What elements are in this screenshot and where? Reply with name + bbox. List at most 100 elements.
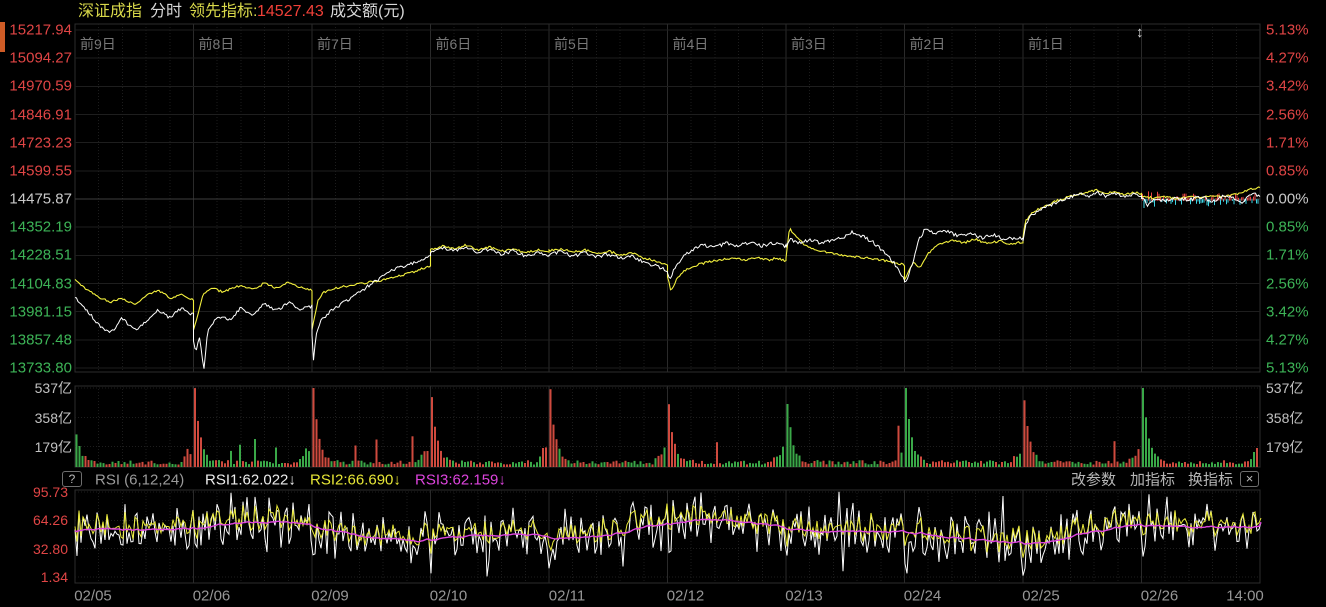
pct-axis-label: 4.27%	[1266, 332, 1309, 347]
volume-bar	[1244, 462, 1246, 468]
volume-bar	[308, 451, 310, 467]
volume-bar	[197, 421, 199, 467]
switch-indicator-button[interactable]: 换指标	[1188, 473, 1233, 488]
volume-bar	[802, 461, 804, 467]
volume-bar	[1024, 400, 1026, 467]
volume-bar	[971, 463, 973, 467]
volume-bar	[227, 460, 229, 467]
price-axis-label: 13857.48	[2, 332, 72, 347]
volume-bar	[527, 460, 529, 467]
time-axis-label: 02/05	[63, 589, 123, 604]
volume-bar	[1199, 461, 1201, 467]
pct-axis-label: 0.85%	[1266, 163, 1309, 178]
volume-bar	[790, 427, 792, 467]
day-label-3: 前3日	[791, 37, 827, 51]
volume-bar	[631, 463, 633, 467]
volume-bar	[236, 461, 238, 467]
volume-bar	[94, 461, 96, 467]
rsi-axis-label: 32.80	[2, 542, 68, 556]
volume-bar	[1145, 417, 1147, 467]
volume-bar	[313, 388, 315, 467]
close-indicator-icon[interactable]: ×	[1240, 471, 1259, 487]
volume-bar	[1117, 462, 1119, 467]
volume-bar	[1241, 464, 1243, 467]
volume-bar	[613, 462, 615, 468]
volume-bar	[212, 460, 214, 467]
charts-canvas[interactable]	[0, 0, 1326, 607]
volume-bar	[1135, 456, 1137, 467]
volume-bar	[427, 451, 429, 467]
pct-axis-label: 5.13%	[1266, 361, 1309, 376]
pct-axis-label: 1.71%	[1266, 248, 1309, 263]
volume-bar	[1235, 464, 1237, 467]
volume-bar	[1247, 461, 1249, 467]
price-axis-label: 14475.87	[2, 192, 72, 207]
help-icon[interactable]: ?	[62, 471, 82, 487]
volume-bar	[680, 458, 682, 467]
volume-bar	[646, 463, 648, 467]
volume-bar	[187, 449, 189, 467]
price-axis-label: 13981.15	[2, 304, 72, 319]
volume-bar	[1030, 442, 1032, 467]
pct-axis-label: 0.85%	[1266, 220, 1309, 235]
volume-bar	[1196, 464, 1198, 467]
volume-bar	[263, 461, 265, 467]
volume-bar	[661, 454, 663, 467]
volume-bar	[509, 464, 511, 467]
volume-bar	[169, 463, 171, 468]
volume-bar	[1099, 462, 1101, 467]
volume-bar	[604, 462, 606, 467]
volume-bar	[1223, 460, 1225, 467]
volume-bar	[625, 461, 627, 467]
volume-bar	[506, 464, 508, 467]
volume-bar	[409, 462, 411, 467]
volume-bar	[962, 461, 964, 467]
change-params-button[interactable]: 改参数	[1071, 473, 1116, 488]
volume-bar	[394, 464, 396, 467]
volume-bar	[1072, 462, 1074, 467]
volume-bar	[671, 432, 673, 467]
volume-bar	[373, 463, 375, 467]
volume-bar	[956, 460, 958, 467]
volume-bar	[701, 461, 703, 467]
pct-axis-label: 5.13%	[1266, 23, 1309, 38]
rsi-indicator-title[interactable]: RSI (6,12,24)	[95, 473, 184, 488]
pct-axis-label: 2.56%	[1266, 107, 1309, 122]
volume-bar	[595, 463, 597, 467]
volume-bar	[1066, 461, 1068, 467]
volume-bar	[686, 461, 688, 467]
volume-bar	[473, 462, 475, 467]
day-label-1: 前1日	[1028, 37, 1064, 51]
volume-bar	[248, 464, 250, 467]
volume-bar	[850, 464, 852, 467]
resize-handle-icon[interactable]: ↕	[1136, 25, 1144, 40]
volume-bar	[764, 464, 766, 468]
volume-bar	[328, 458, 330, 467]
volume-bar	[796, 454, 798, 467]
volume-bar	[616, 461, 618, 467]
rsi-axis-label: 1.34	[2, 570, 68, 584]
add-indicator-button[interactable]: 加指标	[1130, 473, 1175, 488]
volume-bar	[464, 462, 466, 467]
volume-bar	[434, 427, 436, 467]
volume-bar	[440, 451, 442, 467]
volume-bar	[992, 461, 994, 467]
volume-bar	[343, 462, 345, 467]
volume-bar	[571, 464, 573, 468]
volume-bar	[692, 460, 694, 467]
volume-bar	[524, 463, 526, 467]
volume-bar	[805, 462, 807, 467]
volume-bar	[355, 446, 357, 468]
volume-bar	[1051, 462, 1053, 467]
volume-bar	[1169, 464, 1171, 467]
volume-bar	[832, 461, 834, 467]
volume-bar	[175, 464, 177, 467]
volume-bar	[974, 462, 976, 467]
volume-bar	[500, 463, 502, 467]
volume-bar	[242, 461, 244, 467]
volume-bar	[322, 450, 324, 467]
volume-bar	[172, 464, 174, 467]
volume-bar	[947, 462, 949, 467]
trading-terminal-window: 深证成指 分时 领先指标: 14527.43 成交额(元) 15217.945.…	[0, 0, 1326, 607]
volume-bar	[391, 462, 393, 467]
